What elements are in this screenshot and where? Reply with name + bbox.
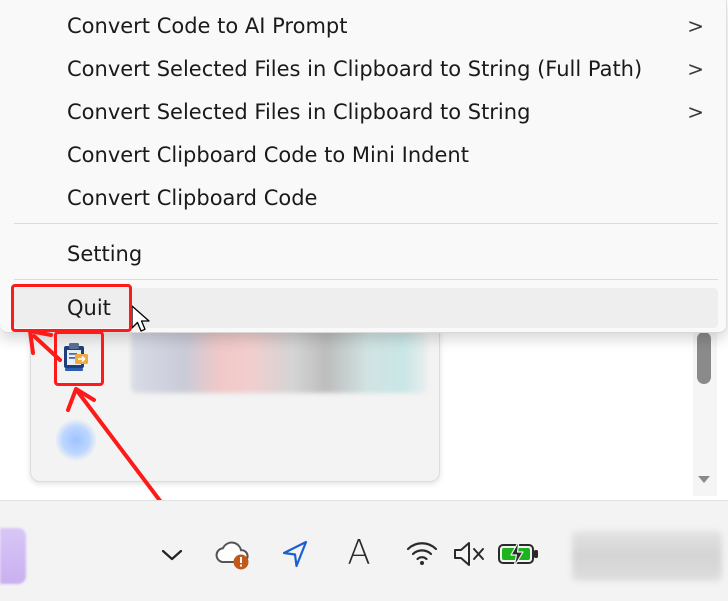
chevron-right-icon: > (687, 14, 704, 38)
menu-separator (14, 279, 718, 280)
menu-item-convert-selected-files[interactable]: Convert Selected Files in Clipboard to S… (14, 92, 718, 132)
chevron-right-icon: > (687, 100, 704, 124)
scroll-down-arrow-icon[interactable] (698, 476, 710, 483)
quit-highlight-box (11, 284, 132, 332)
menu-item-setting[interactable]: Setting (14, 234, 718, 274)
app-icon-highlight-box (54, 331, 104, 386)
location-icon[interactable] (280, 539, 310, 569)
taskbar: A (0, 500, 728, 601)
menu-item-convert-code-to-ai-prompt[interactable]: Convert Code to AI Prompt > (14, 6, 718, 46)
chevron-up-icon[interactable] (159, 545, 185, 565)
scrollbar-thumb[interactable] (697, 332, 711, 384)
blurred-tray-icons (131, 329, 427, 393)
ime-indicator[interactable]: A (344, 531, 374, 575)
blurred-tray-icon (55, 419, 97, 461)
menu-item-convert-clipboard-mini-indent[interactable]: Convert Clipboard Code to Mini Indent (14, 135, 718, 175)
menu-item-label: Convert Clipboard Code (67, 186, 318, 210)
menu-item-label: Setting (67, 242, 143, 266)
blurred-app-icon (0, 528, 26, 584)
menu-item-label: Convert Clipboard Code to Mini Indent (67, 143, 469, 167)
menu-item-convert-clipboard-code[interactable]: Convert Clipboard Code (14, 178, 718, 218)
menu-item-label: Convert Selected Files in Clipboard to S… (67, 100, 531, 124)
menu-item-label: Convert Code to AI Prompt (67, 14, 348, 38)
menu-item-convert-selected-files-full-path[interactable]: Convert Selected Files in Clipboard to S… (14, 49, 718, 89)
mouse-cursor-icon (131, 305, 150, 332)
onedrive-warning-icon[interactable] (215, 537, 253, 571)
wifi-icon[interactable] (405, 539, 439, 567)
menu-separator (14, 223, 718, 224)
battery-charging-icon[interactable] (497, 539, 541, 569)
blurred-clock[interactable] (572, 531, 722, 581)
menu-item-label: Convert Selected Files in Clipboard to S… (67, 57, 643, 81)
chevron-right-icon: > (687, 57, 704, 81)
volume-muted-icon[interactable] (452, 540, 486, 568)
